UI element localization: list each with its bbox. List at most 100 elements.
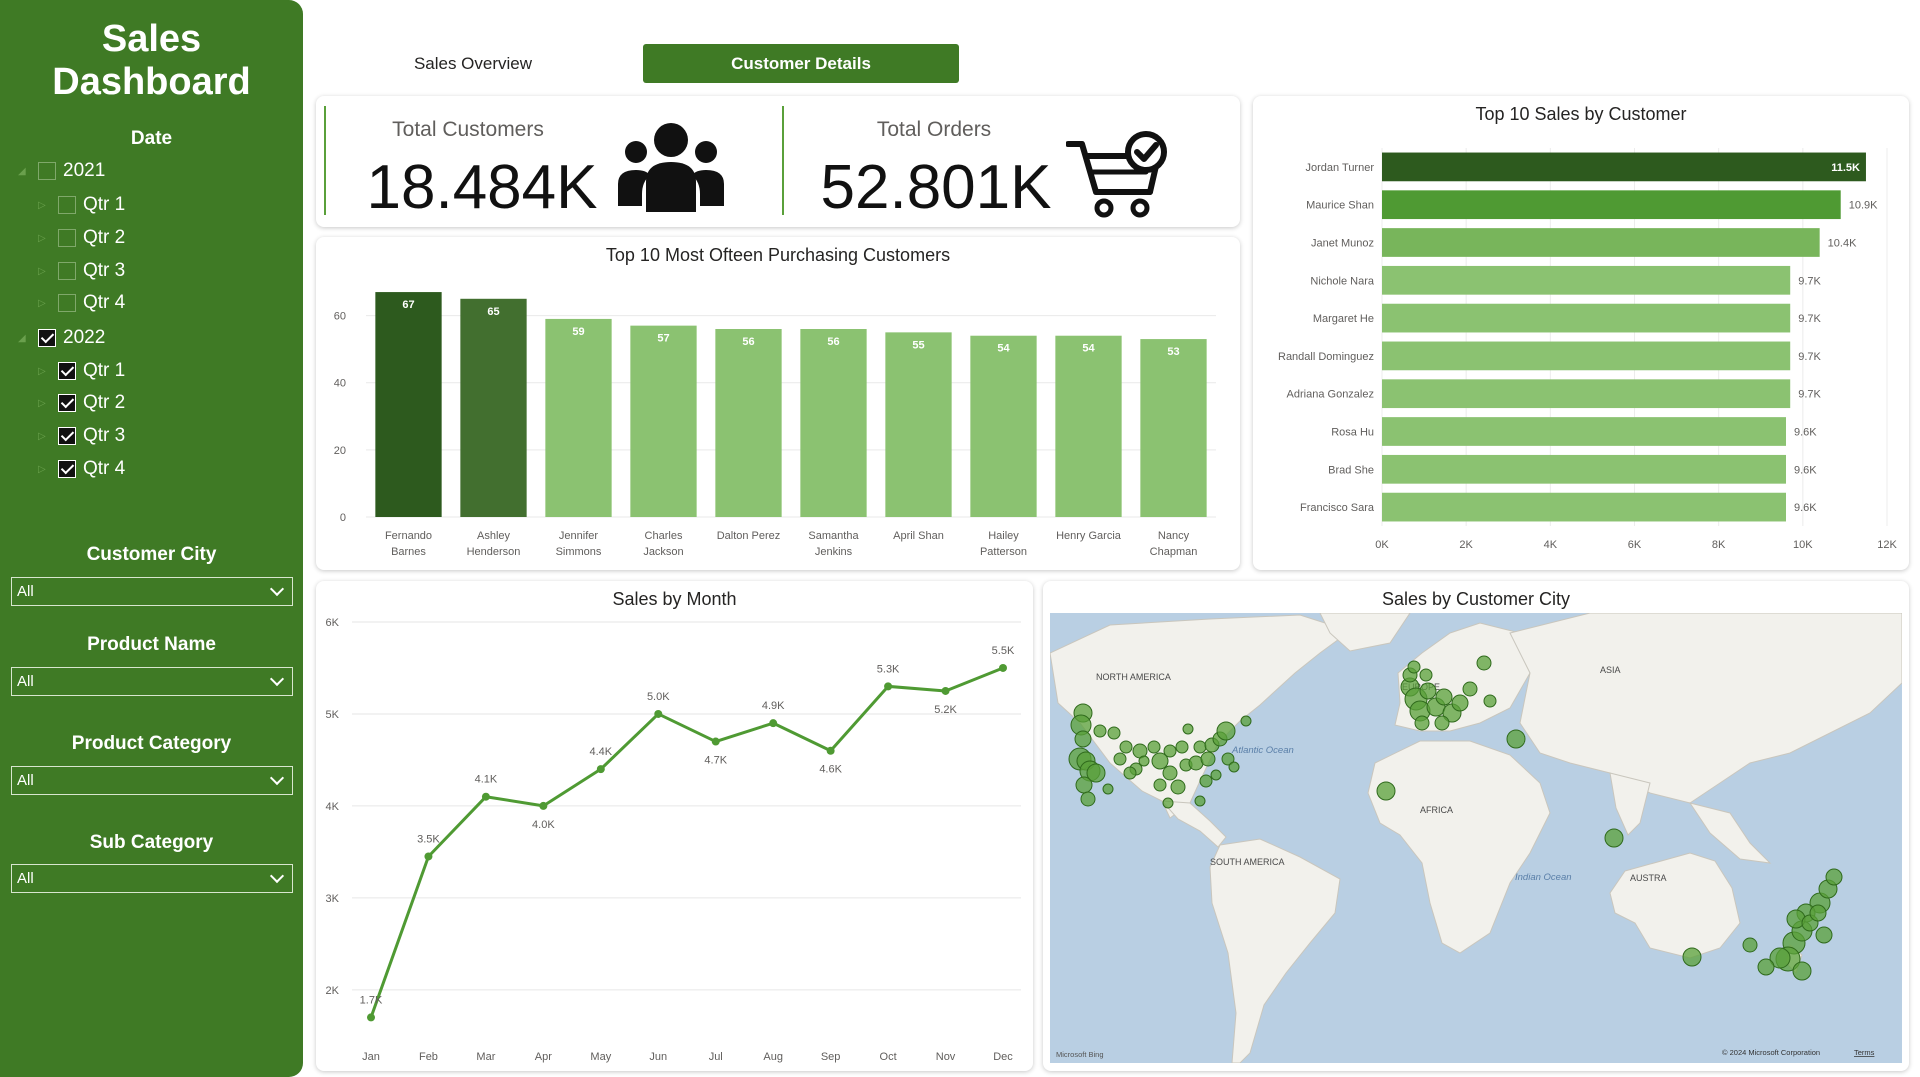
x-tick-label: Dec (993, 1051, 1013, 1063)
bar-value-label: 9.7K (1798, 275, 1821, 287)
product-name-dropdown[interactable]: All (11, 667, 293, 696)
bar-value-label: 57 (657, 333, 669, 345)
y-tick-label: Maurice Shan (1306, 200, 1374, 212)
expand-caret-icon[interactable]: ▷ (38, 298, 50, 309)
tree-item-label: Qtr 1 (83, 194, 126, 215)
point-value-label: 4.0K (532, 819, 555, 831)
map-attribution: © 2024 Microsoft Corporation (1722, 1048, 1820, 1057)
checkbox[interactable] (58, 196, 76, 214)
top-sales-chart: 0K 2K 4K 6K 8K 10K 12K Jordan Turner 11.5K Mauric… (1278, 148, 1897, 551)
expand-caret-icon[interactable]: ▷ (38, 200, 50, 211)
data-point (884, 682, 893, 691)
tree-quarter-item[interactable]: ▷ Qtr 3 (38, 423, 125, 449)
city-bubble (1815, 926, 1833, 944)
top-purchasing-chart: 0 20 40 60 67 Fernando Barnes 65 Ashley Henderson… (334, 292, 1216, 558)
tree-quarter-item[interactable]: ▷ Qtr 1 (38, 192, 125, 218)
data-point (367, 1013, 375, 1022)
city-bubble (1419, 668, 1433, 682)
tab-customer-details[interactable]: Customer Details (643, 44, 959, 83)
collapse-caret-icon[interactable]: ◢ (18, 166, 30, 177)
x-tick-label: Jun (649, 1051, 667, 1063)
tree-quarter-item[interactable]: ▷ Qtr 2 (38, 390, 125, 416)
city-bubble (1138, 755, 1150, 767)
city-bubble (1107, 726, 1121, 740)
expand-caret-icon[interactable]: ▷ (38, 398, 50, 409)
tree-quarter-item[interactable]: ▷ Qtr 2 (38, 225, 125, 251)
x-tick-label: Nov (936, 1051, 956, 1063)
y-tick-label: Nichole Nara (1310, 275, 1374, 287)
data-point (539, 801, 548, 810)
bar (375, 292, 442, 517)
sub-category-dropdown[interactable]: All (11, 864, 293, 893)
bar-value-label: 9.7K (1798, 313, 1821, 325)
x-tick-label: Jan (362, 1051, 380, 1063)
y-tick-label: 0 (340, 512, 346, 524)
checkbox[interactable] (58, 460, 76, 478)
expand-caret-icon[interactable]: ▷ (38, 464, 50, 475)
checkbox[interactable] (58, 362, 76, 380)
city-bubble (1682, 947, 1702, 967)
collapse-caret-icon[interactable]: ◢ (18, 333, 30, 344)
city-bubble (1075, 776, 1093, 794)
bar (800, 329, 867, 517)
x-tick-label: Charles (645, 530, 683, 542)
bar-value-label: 9.7K (1798, 351, 1821, 363)
chevron-down-icon (269, 868, 285, 883)
sales-by-city-card: Sales by Customer City NORTH AMERICA SOU… (1043, 581, 1909, 1071)
total-customers-kpi: Total Customers 18.484K (324, 106, 778, 222)
total-orders-label: Total Orders (876, 118, 992, 141)
tree-quarter-item[interactable]: ▷ Qtr 4 (38, 456, 125, 482)
x-tick-label: Simmons (556, 546, 602, 558)
bar (885, 332, 952, 517)
checkbox[interactable] (38, 162, 56, 180)
map-label-indian: Indian Ocean (1515, 872, 1572, 883)
expand-caret-icon[interactable]: ▷ (38, 431, 50, 442)
bar-value-label: 56 (827, 336, 839, 348)
point-value-label: 4.1K (475, 774, 498, 786)
y-tick-label: Margaret He (1313, 313, 1374, 325)
tab-sales-overview[interactable]: Sales Overview (388, 44, 558, 83)
map-terms-link[interactable]: Terms (1854, 1048, 1875, 1057)
point-value-label: 5.5K (992, 645, 1015, 657)
bar (460, 298, 527, 517)
expand-caret-icon[interactable]: ▷ (38, 366, 50, 377)
cart-check-icon (1065, 130, 1172, 224)
tree-year-item[interactable]: ◢ 2022 (18, 325, 105, 351)
city-bubble (1147, 740, 1161, 754)
city-bubble (1483, 694, 1497, 708)
city-bubble (1093, 724, 1107, 738)
city-map[interactable]: NORTH AMERICA SOUTH AMERICA EUROPE ASIA … (1050, 613, 1902, 1063)
tree-item-label: 2022 (63, 327, 106, 348)
date-slicer-heading: Date (130, 128, 173, 149)
y-tick-label: 3K (326, 893, 340, 905)
tree-year-item[interactable]: ◢ 2021 (18, 158, 105, 184)
checkbox[interactable] (58, 262, 76, 280)
bar (1382, 492, 1786, 522)
tree-quarter-item[interactable]: ▷ Qtr 4 (38, 290, 125, 316)
x-tick-label: Apr (535, 1051, 552, 1063)
y-tick-label: 60 (334, 311, 346, 323)
checkbox[interactable] (58, 294, 76, 312)
customer-city-dropdown[interactable]: All (11, 577, 293, 606)
x-tick-label: Mar (476, 1051, 495, 1063)
x-tick-label: 0K (1375, 539, 1389, 551)
point-value-label: 5.0K (647, 691, 670, 703)
tree-quarter-item[interactable]: ▷ Qtr 3 (38, 258, 125, 284)
tree-quarter-item[interactable]: ▷ Qtr 1 (38, 358, 125, 384)
checkbox[interactable] (38, 329, 56, 347)
point-value-label: 1.7K (360, 994, 383, 1006)
product-name-value: All (17, 673, 34, 690)
city-bubble (1153, 778, 1167, 792)
product-category-dropdown[interactable]: All (11, 766, 293, 795)
point-value-label: 5.2K (934, 704, 957, 716)
checkbox[interactable] (58, 427, 76, 445)
y-tick-label: 6K (326, 617, 340, 629)
checkbox[interactable] (58, 229, 76, 247)
expand-caret-icon[interactable]: ▷ (38, 266, 50, 277)
x-tick-label: Sep (821, 1051, 841, 1063)
tree-item-label: Qtr 3 (83, 425, 126, 446)
x-tick-label: 6K (1628, 539, 1642, 551)
y-tick-label: Randall Dominguez (1278, 351, 1374, 363)
expand-caret-icon[interactable]: ▷ (38, 233, 50, 244)
checkbox[interactable] (58, 394, 76, 412)
